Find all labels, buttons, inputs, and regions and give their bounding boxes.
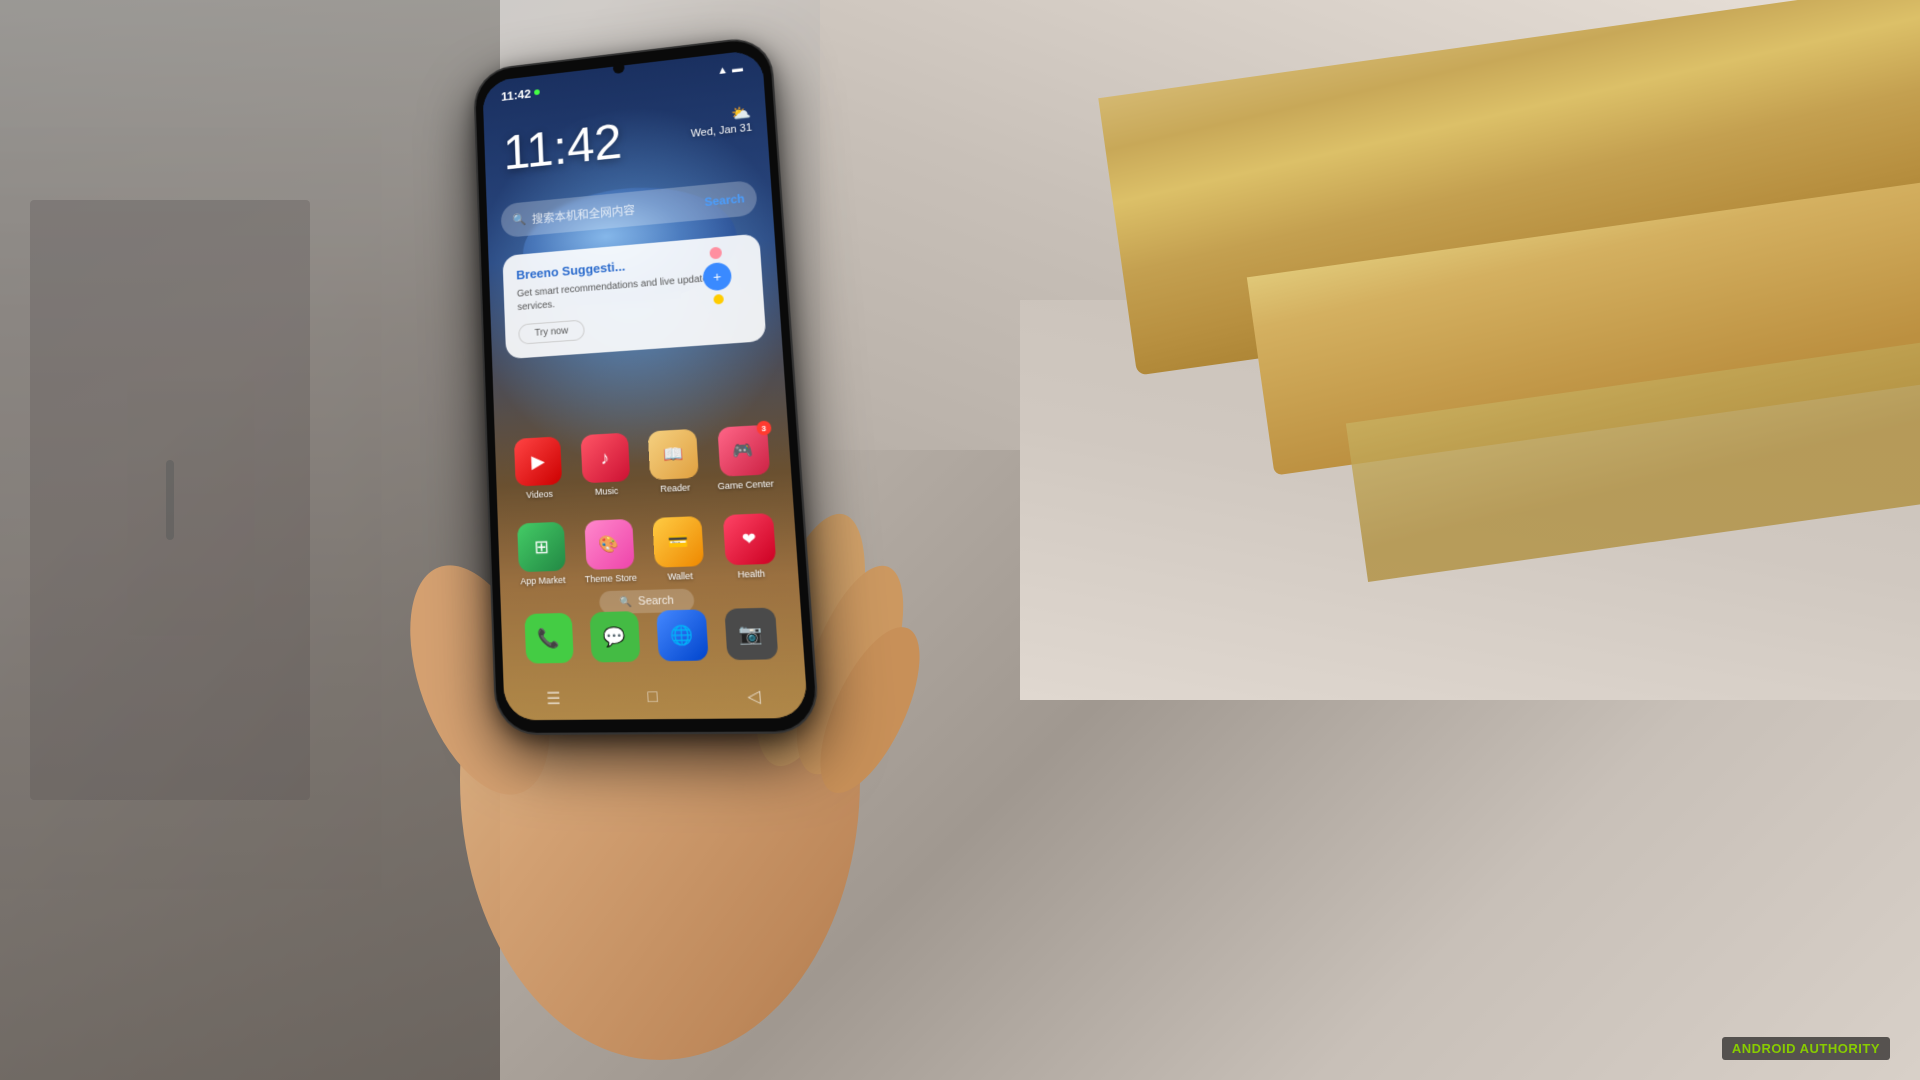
dock-phone[interactable]: 📞 bbox=[518, 613, 581, 668]
app-reader[interactable]: 📖 Reader bbox=[641, 428, 707, 494]
breeno-dot-blue: + bbox=[702, 262, 732, 292]
app-game-center[interactable]: 🎮 3 Game Center bbox=[710, 424, 778, 491]
app-market-icon: ⊞ bbox=[517, 522, 566, 572]
watermark: ANDROID AUTHORITY bbox=[1722, 1037, 1890, 1060]
music-label: Music bbox=[595, 486, 619, 497]
nav-bar: ☰ □ ◁ bbox=[504, 685, 808, 710]
phone-screen: 11:42 ▲ ▬ 11:42 ⛅ Wed, Jan 31 🔍 搜索本 bbox=[482, 49, 808, 720]
health-icon: ❤ bbox=[723, 513, 776, 565]
app-market-label: App Market bbox=[520, 575, 565, 587]
wifi-icon: ▲ bbox=[717, 64, 728, 77]
search-button[interactable]: Search bbox=[704, 192, 745, 209]
status-time: 11:42 bbox=[501, 86, 531, 103]
cabinet-handle bbox=[166, 460, 174, 540]
dock: 📞 💬 🌐 📷 bbox=[516, 607, 789, 668]
breeno-try-button[interactable]: Try now bbox=[518, 319, 585, 344]
home-nav-button[interactable]: □ bbox=[647, 688, 658, 707]
dock-messages[interactable]: 💬 bbox=[583, 611, 648, 667]
green-dot-indicator bbox=[534, 89, 540, 95]
breeno-card: + Breeno Suggesti... Get smart recommend… bbox=[502, 233, 766, 359]
watermark-brand: ANDROID bbox=[1732, 1041, 1796, 1056]
bottom-search-text: Search bbox=[638, 594, 674, 608]
app-videos[interactable]: ▶ Videos bbox=[508, 436, 570, 501]
videos-label: Videos bbox=[526, 489, 553, 500]
dock-camera[interactable]: 📷 bbox=[717, 607, 786, 664]
app-theme-store[interactable]: 🎨 Theme Store bbox=[577, 519, 642, 585]
game-center-icon: 🎮 3 bbox=[717, 425, 770, 477]
theme-store-icon: 🎨 bbox=[584, 519, 634, 570]
theme-store-label: Theme Store bbox=[585, 572, 638, 584]
reader-icon: 📖 bbox=[648, 429, 699, 480]
status-left: 11:42 bbox=[501, 85, 542, 103]
status-icons: ▲ ▬ bbox=[717, 63, 743, 77]
dock-phone-icon: 📞 bbox=[524, 613, 573, 664]
search-placeholder: 搜索本机和全网内容 bbox=[531, 194, 705, 226]
cabinet bbox=[30, 200, 310, 800]
search-icon: 🔍 bbox=[512, 212, 526, 226]
wallet-label: Wallet bbox=[667, 571, 693, 582]
app-row-2: ⊞ App Market 🎨 Theme Store 💳 Wallet bbox=[507, 513, 787, 587]
breeno-graphic: + bbox=[685, 245, 750, 319]
app-health[interactable]: ❤ Health bbox=[715, 513, 784, 581]
scene: 11:42 ▲ ▬ 11:42 ⛅ Wed, Jan 31 🔍 搜索本 bbox=[0, 0, 1920, 1080]
reader-label: Reader bbox=[660, 482, 691, 494]
date-widget: ⛅ Wed, Jan 31 bbox=[689, 103, 752, 140]
health-label: Health bbox=[737, 568, 765, 579]
dock-messages-icon: 💬 bbox=[590, 611, 641, 662]
watermark-suffix: AUTHORITY bbox=[1796, 1041, 1880, 1056]
phone: 11:42 ▲ ▬ 11:42 ⛅ Wed, Jan 31 🔍 搜索本 bbox=[475, 37, 818, 733]
breeno-dot-yellow bbox=[713, 294, 724, 305]
breeno-dot-pink bbox=[709, 247, 722, 260]
menu-nav-button[interactable]: ☰ bbox=[546, 688, 561, 709]
clock-display: 11:42 bbox=[502, 117, 623, 178]
bottom-search-icon: 🔍 bbox=[619, 596, 632, 608]
videos-icon: ▶ bbox=[514, 436, 562, 486]
app-app-market[interactable]: ⊞ App Market bbox=[511, 521, 574, 586]
app-wallet[interactable]: 💳 Wallet bbox=[645, 516, 712, 583]
wallet-icon: 💳 bbox=[653, 516, 705, 568]
battery-icon: ▬ bbox=[732, 63, 744, 76]
dock-camera-icon: 📷 bbox=[724, 608, 778, 661]
clock-widget: 11:42 bbox=[502, 117, 623, 178]
music-icon: ♪ bbox=[580, 433, 630, 484]
back-nav-button[interactable]: ◁ bbox=[747, 686, 762, 708]
dock-browser-icon: 🌐 bbox=[656, 609, 708, 661]
dock-browser[interactable]: 🌐 bbox=[649, 609, 716, 666]
game-badge: 3 bbox=[756, 420, 772, 435]
app-music[interactable]: ♪ Music bbox=[573, 432, 637, 498]
